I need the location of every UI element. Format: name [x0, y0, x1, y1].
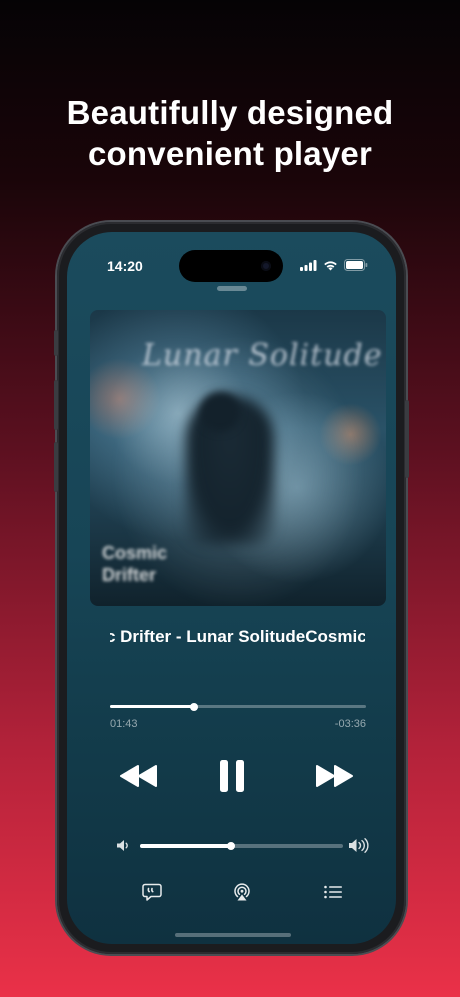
progress-fill	[110, 705, 195, 708]
wifi-icon	[323, 258, 338, 276]
lyrics-icon	[142, 883, 162, 901]
queue-button[interactable]	[321, 880, 345, 904]
rewind-icon	[120, 765, 157, 787]
airplay-button[interactable]	[230, 880, 254, 904]
volume-fill	[140, 844, 232, 848]
headline-line-2: convenient player	[88, 135, 372, 172]
volume-up-button	[54, 380, 58, 430]
status-icons	[300, 258, 368, 276]
speaker-high-icon	[348, 838, 370, 858]
power-button	[405, 400, 409, 478]
pause-icon	[220, 760, 244, 792]
volume-knob[interactable]	[227, 842, 236, 850]
album-artwork: Lunar Solitude Cosmic Drifter	[90, 310, 386, 606]
action-button	[54, 330, 58, 356]
fast-forward-icon	[316, 765, 353, 787]
time-elapsed: 01:43	[110, 718, 138, 730]
volume-slider[interactable]	[140, 842, 343, 850]
status-time: 14:20	[107, 258, 143, 274]
artwork-figure-head	[200, 392, 240, 432]
speaker-low-icon	[116, 839, 130, 857]
sheet-grabber[interactable]	[217, 286, 247, 291]
lyrics-button[interactable]	[140, 880, 164, 904]
fast-forward-button[interactable]	[312, 756, 356, 796]
pause-button[interactable]	[217, 756, 247, 796]
dynamic-island	[179, 250, 283, 282]
headline: Beautifully designed convenient player	[0, 92, 460, 174]
phone-frame: 14:20 Lunar Solitude Cosmic Drifter c Dr…	[54, 222, 409, 954]
headline-line-1: Beautifully designed	[66, 94, 394, 131]
battery-icon	[344, 258, 368, 276]
volume-down-button	[54, 442, 58, 492]
front-camera	[261, 261, 271, 271]
player-screen: 14:20 Lunar Solitude Cosmic Drifter c Dr…	[67, 232, 396, 944]
queue-list-icon	[324, 885, 342, 899]
artwork-title-line-2: Drifter	[102, 565, 157, 585]
artwork-title-line-1: Cosmic	[102, 543, 168, 563]
volume-control	[67, 836, 396, 856]
cellular-signal-icon	[300, 258, 317, 276]
song-title: Cosmic Drifter - Lunar SolitudeCosmic Dr…	[110, 627, 365, 651]
song-title-marquee: Cosmic Drifter - Lunar SolitudeCosmic Dr…	[110, 627, 365, 646]
airplay-icon	[234, 883, 250, 901]
rewind-button[interactable]	[117, 756, 161, 796]
home-indicator[interactable]	[175, 933, 291, 937]
time-remaining: -03:36	[334, 718, 366, 730]
progress-knob[interactable]	[190, 702, 199, 711]
artwork-script-text: Lunar Solitude	[142, 338, 383, 373]
playback-controls	[67, 756, 396, 796]
bottom-toolbar	[67, 880, 396, 904]
artwork-title: Cosmic Drifter	[102, 542, 167, 586]
progress-slider[interactable]	[110, 702, 366, 711]
